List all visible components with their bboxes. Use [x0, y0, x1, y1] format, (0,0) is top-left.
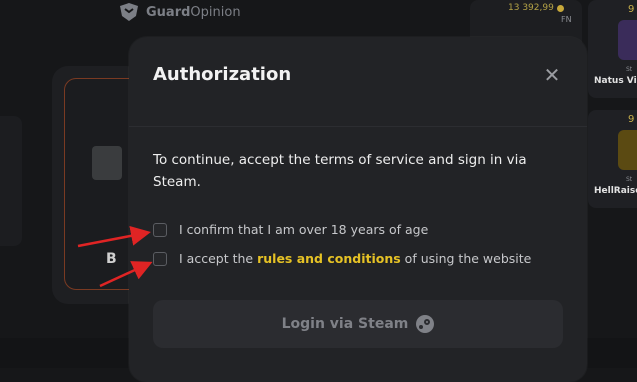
sticker-team-name: HellRaise [594, 186, 637, 196]
modal-divider [129, 126, 587, 127]
sticker-count: 9 [628, 114, 635, 125]
steam-icon [416, 315, 435, 333]
logo-text-bold: Guard [146, 4, 191, 20]
rules-accept-checkbox[interactable] [153, 251, 167, 266]
age-confirm-checkbox[interactable] [153, 222, 167, 237]
team-logo-icon [618, 20, 637, 60]
sticker-card[interactable]: 9 St Natus Vi [588, 0, 637, 98]
sticker-type: St [626, 176, 633, 183]
background-panel [0, 116, 22, 246]
sticker-count: 9 [628, 4, 635, 15]
item-price-value: 13 392,99 [508, 3, 554, 13]
rules-accept-row[interactable]: I accept the rules and conditions of using… [153, 251, 531, 266]
close-icon[interactable]: ✕ [542, 65, 562, 85]
sticker-team-name: Natus Vi [594, 76, 637, 86]
shield-logo-icon [120, 3, 138, 21]
team-logo-icon [618, 130, 637, 170]
rules-accept-prefix: I accept the [179, 251, 254, 266]
site-logo[interactable]: Guard Opinion [118, 2, 241, 22]
item-wear: FN [561, 15, 572, 24]
case-card-label: B [106, 251, 117, 267]
login-via-steam-button[interactable]: Login via Steam [153, 300, 563, 348]
authorization-modal: Authorization ✕ To continue, accept the … [129, 37, 587, 382]
rules-accept-suffix: of using the website [404, 251, 532, 266]
sticker-column: 9 St Natus Vi 9 St HellRaise [588, 0, 637, 260]
rules-accept-label: I accept the rules and conditions of using… [179, 251, 531, 266]
coin-icon [556, 4, 564, 12]
age-confirm-label: I confirm that I am over 18 years of age [179, 222, 429, 237]
modal-title: Authorization [153, 64, 292, 85]
logo-text-light: Opinion [190, 4, 241, 20]
item-price: 13 392,99 [508, 3, 564, 13]
sticker-type: St [626, 66, 633, 73]
case-item-image [92, 146, 122, 180]
modal-intro-text: To continue, accept the terms of service… [153, 152, 527, 190]
age-confirm-row[interactable]: I confirm that I am over 18 years of age [153, 222, 428, 237]
rules-link[interactable]: rules and conditions [257, 251, 401, 266]
login-button-label: Login via Steam [281, 316, 409, 332]
sticker-card[interactable]: 9 St HellRaise [588, 110, 637, 208]
